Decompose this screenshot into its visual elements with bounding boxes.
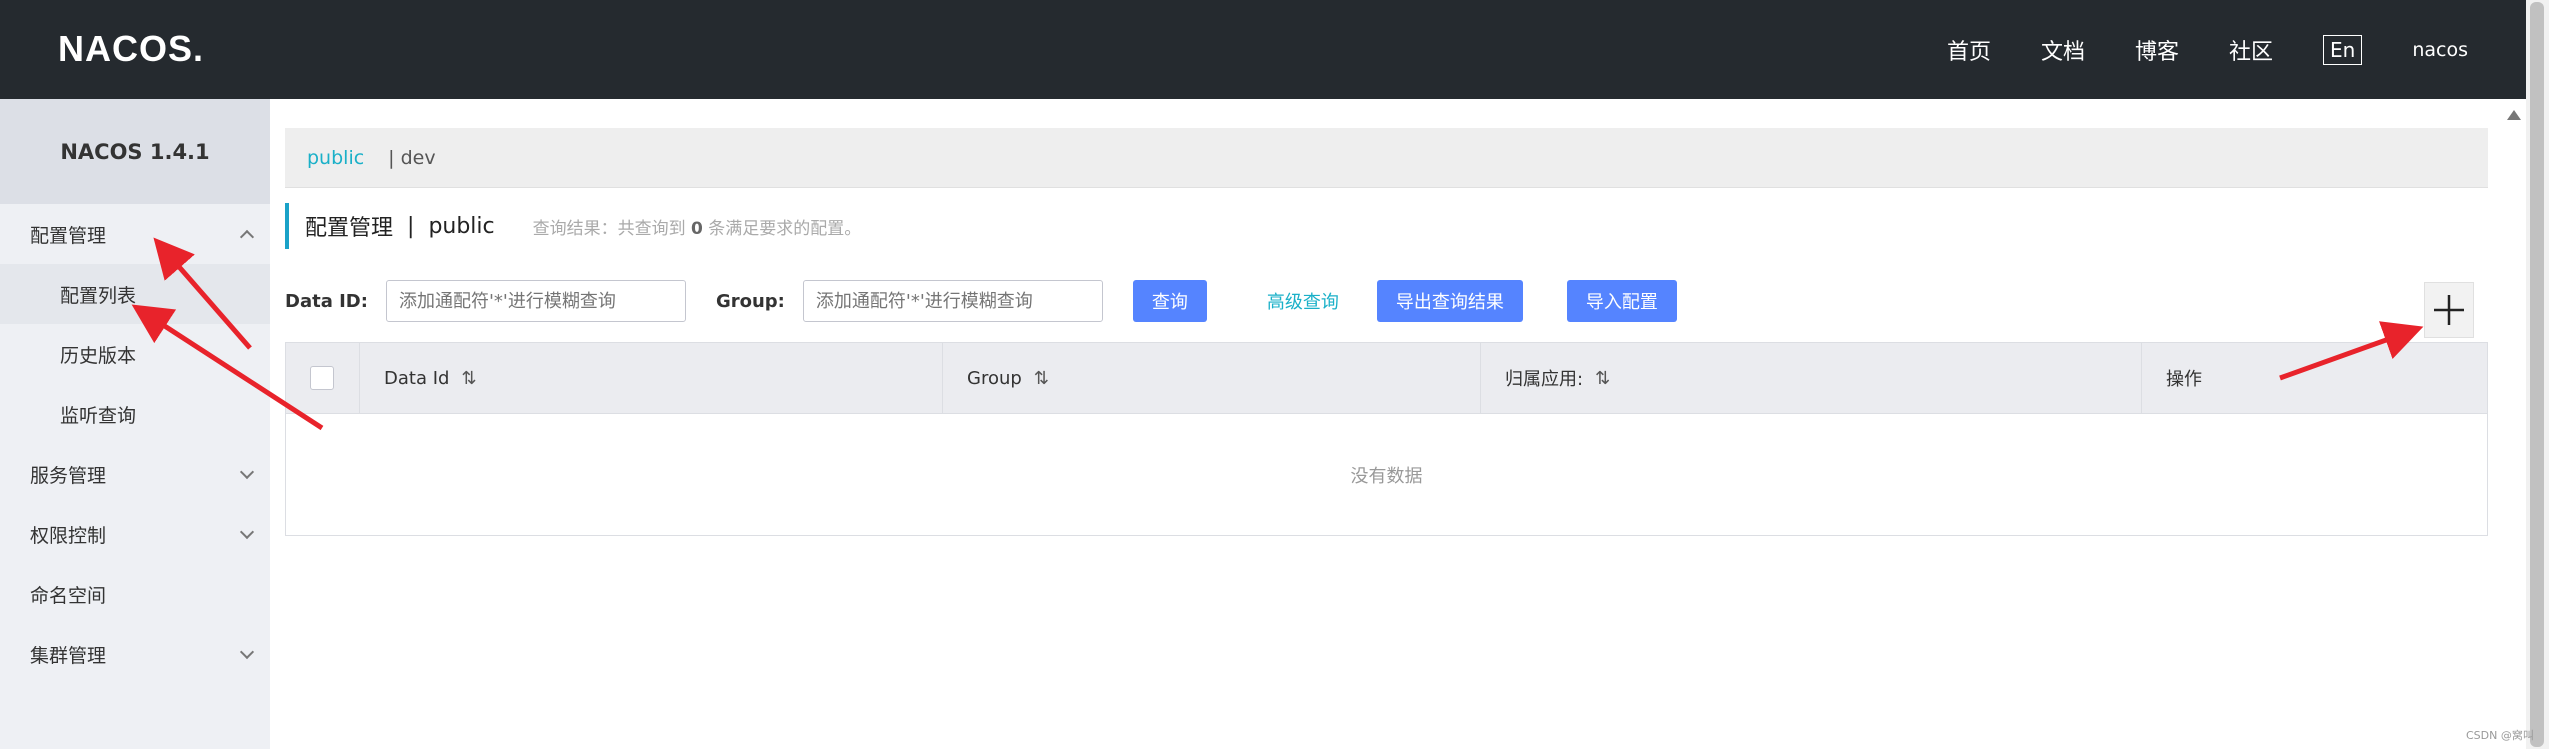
advanced-query-link[interactable]: 高级查询 xyxy=(1267,288,1339,314)
page-title: 配置管理 xyxy=(305,216,394,241)
column-app-label: 归属应用: xyxy=(1505,369,1584,390)
user-name[interactable]: nacos xyxy=(2412,39,2468,61)
window-scrollbar-thumb[interactable] xyxy=(2530,2,2544,747)
chevron-up-icon xyxy=(239,229,255,245)
nav-docs[interactable]: 文档 xyxy=(2041,34,2085,66)
query-result-text: 查询结果：共查询到 0 条满足要求的配置。 xyxy=(532,218,862,239)
column-actions-label: 操作 xyxy=(2166,369,2202,390)
column-group[interactable]: Group ⇅ xyxy=(943,343,1481,413)
namespace-dev[interactable]: dev xyxy=(401,147,436,169)
select-all-checkbox[interactable] xyxy=(310,366,334,390)
column-group-label: Group xyxy=(967,367,1022,389)
sidebar-version-title: NACOS 1.4.1 xyxy=(0,99,270,204)
column-data-id-label: Data Id xyxy=(384,367,450,389)
table-empty-state: 没有数据 xyxy=(1350,465,1423,487)
chevron-down-icon xyxy=(239,524,255,540)
chevron-down-icon xyxy=(239,464,255,480)
column-actions: 操作 xyxy=(2142,343,2487,413)
add-config-button[interactable] xyxy=(2424,282,2474,338)
sidebar-group-auth[interactable]: 权限控制 xyxy=(0,504,270,564)
sort-icon[interactable]: ⇅ xyxy=(461,368,476,389)
data-id-input[interactable] xyxy=(385,280,686,322)
nav-home[interactable]: 首页 xyxy=(1947,34,1991,66)
export-results-button[interactable]: 导出查询结果 xyxy=(1376,280,1523,322)
nav-blog[interactable]: 博客 xyxy=(2135,34,2179,66)
sidebar-group-config-label: 配置管理 xyxy=(30,224,107,247)
sidebar-group-config[interactable]: 配置管理 xyxy=(0,204,270,264)
column-app[interactable]: 归属应用: ⇅ xyxy=(1481,343,2142,413)
import-config-button[interactable]: 导入配置 xyxy=(1566,280,1677,322)
sidebar-item-config-list[interactable]: 配置列表 xyxy=(0,264,270,324)
group-input[interactable] xyxy=(802,280,1103,322)
top-nav: 首页 文档 博客 社区 En nacos xyxy=(1947,0,2526,99)
sidebar-item-namespace-label: 命名空间 xyxy=(30,584,107,607)
namespace-public[interactable]: public xyxy=(307,147,364,169)
sidebar: NACOS 1.4.1 配置管理 配置列表 历史版本 监听查询 服务管理 权限控… xyxy=(0,99,270,749)
top-header: NACOS. 首页 文档 博客 社区 En nacos xyxy=(0,0,2526,99)
page-title-separator: | xyxy=(407,213,415,239)
group-label: Group: xyxy=(715,290,785,312)
filter-row: Data ID: Group: 查询 高级查询 导出查询结果 导入配置 xyxy=(285,278,1677,324)
sidebar-item-listener-query[interactable]: 监听查询 xyxy=(0,384,270,444)
namespace-separator: | xyxy=(388,146,395,169)
sidebar-item-history[interactable]: 历史版本 xyxy=(0,324,270,384)
nav-community[interactable]: 社区 xyxy=(2229,34,2273,66)
sidebar-group-auth-label: 权限控制 xyxy=(30,524,107,547)
page-title-namespace: public xyxy=(428,213,495,239)
plus-icon xyxy=(2434,295,2464,325)
config-table: Data Id ⇅ Group ⇅ 归属应用: ⇅ 操作 没有数据 xyxy=(285,342,2488,536)
scroll-up-arrow-icon[interactable] xyxy=(2507,110,2521,120)
table-header: Data Id ⇅ Group ⇅ 归属应用: ⇅ 操作 xyxy=(286,343,2487,414)
sidebar-item-namespace[interactable]: 命名空间 xyxy=(0,564,270,624)
sidebar-group-cluster[interactable]: 集群管理 xyxy=(0,624,270,684)
language-switch[interactable]: En xyxy=(2323,34,2363,65)
window-scrollbar[interactable] xyxy=(2526,0,2549,749)
page-title-row: 配置管理 | public 查询结果：共查询到 0 条满足要求的配置。 xyxy=(285,203,861,249)
data-id-label: Data ID: xyxy=(285,290,368,312)
query-result-count: 0 xyxy=(691,218,703,239)
sidebar-group-service-label: 服务管理 xyxy=(30,464,107,487)
sidebar-group-cluster-label: 集群管理 xyxy=(30,644,107,667)
sort-icon[interactable]: ⇅ xyxy=(1595,368,1610,389)
nacos-logo[interactable]: NACOS. xyxy=(58,28,204,70)
select-all-cell xyxy=(286,343,360,413)
namespace-bar: public | dev xyxy=(285,128,2488,188)
sort-icon[interactable]: ⇅ xyxy=(1034,368,1049,389)
watermark: CSDN @窝叫 xyxy=(2466,729,2534,742)
chevron-down-icon xyxy=(239,644,255,660)
column-data-id[interactable]: Data Id ⇅ xyxy=(360,343,943,413)
sidebar-group-service[interactable]: 服务管理 xyxy=(0,444,270,504)
query-button[interactable]: 查询 xyxy=(1132,280,1207,322)
